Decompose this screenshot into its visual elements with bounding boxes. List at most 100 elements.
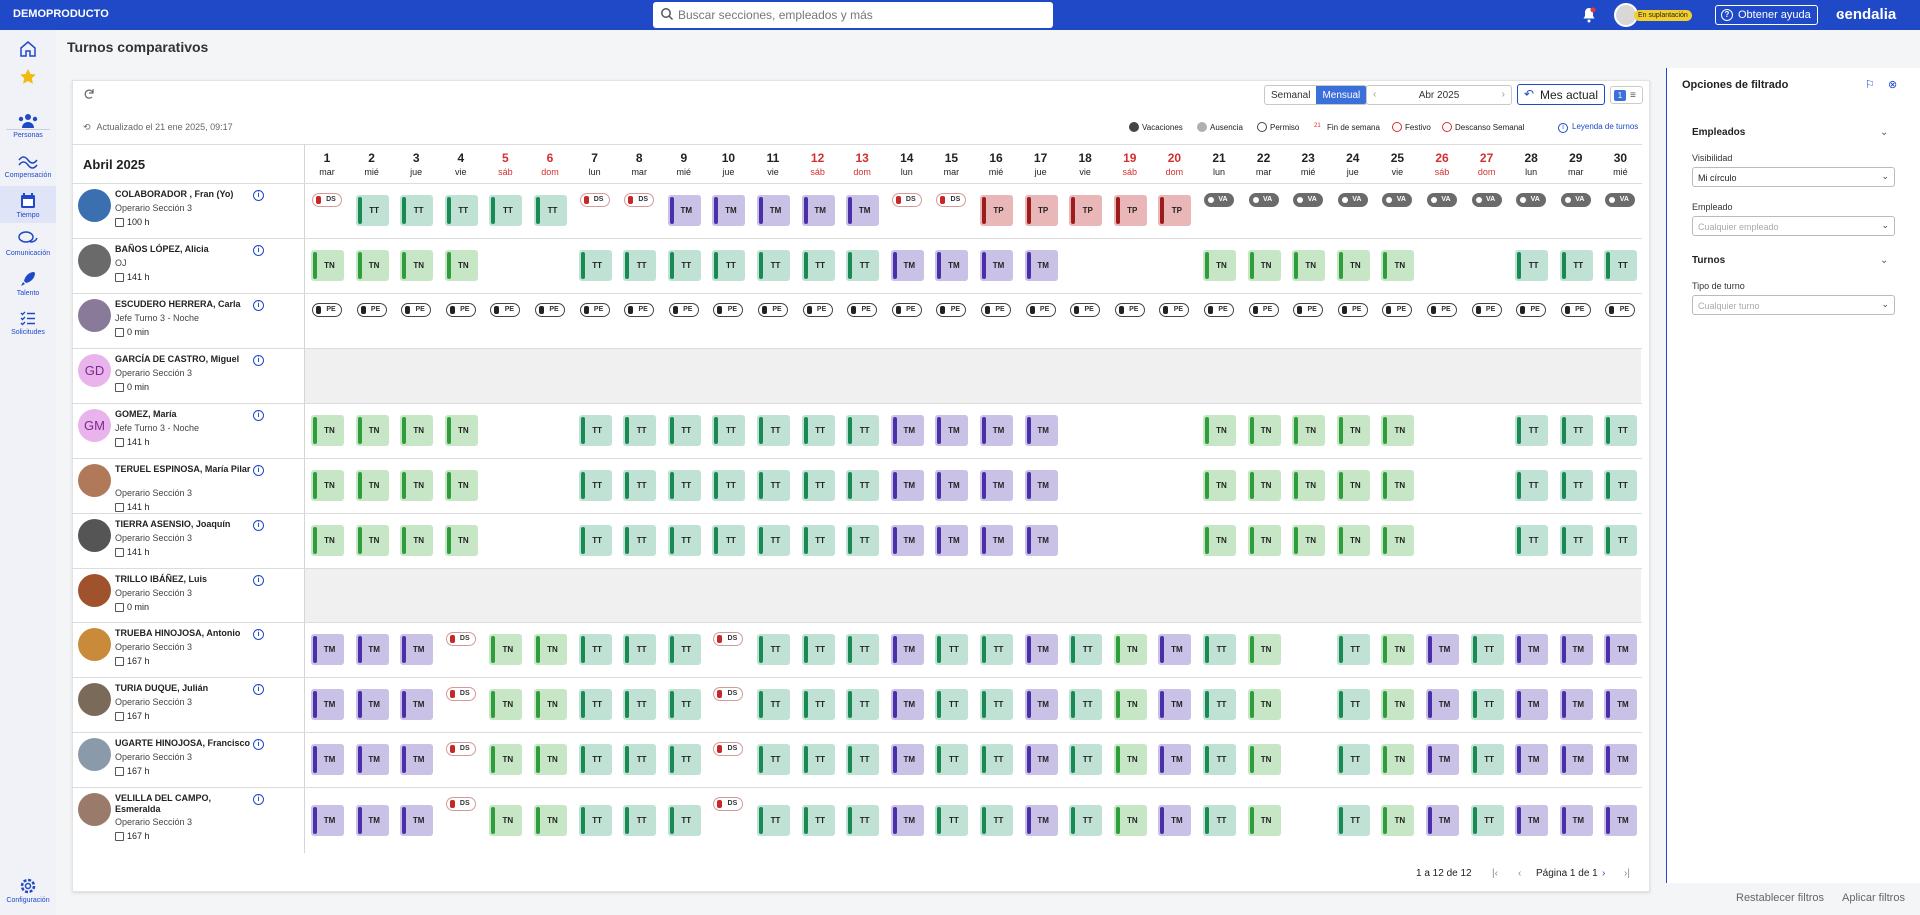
shift-tt[interactable]: TT <box>667 525 701 556</box>
shift-tm[interactable]: TM <box>890 689 924 720</box>
shift-tt[interactable]: TT <box>1336 744 1370 775</box>
shift-tt[interactable]: TT <box>623 744 657 775</box>
shift-tp[interactable]: TP <box>1158 195 1192 226</box>
employee-row[interactable]: TIERRA ASENSIO, Joaquín Operario Sección … <box>72 513 304 568</box>
shift-tt[interactable]: TT <box>935 805 969 836</box>
shift-tm[interactable]: TM <box>890 805 924 836</box>
info-icon[interactable]: i <box>253 684 264 695</box>
shift-tm[interactable]: TM <box>1024 744 1058 775</box>
shift-pe[interactable]: PE <box>1337 303 1368 317</box>
shift-pe[interactable]: PE <box>1605 303 1636 317</box>
shift-tn[interactable]: TN <box>1113 744 1147 775</box>
close-filter-icon[interactable]: ⊗ <box>1888 78 1897 91</box>
view-options-button[interactable]: 1 ≡ <box>1610 86 1643 104</box>
shift-tm[interactable]: TM <box>935 525 969 556</box>
shift-tn[interactable]: TN <box>444 250 478 281</box>
nav-configuracion[interactable]: Configuración <box>0 877 56 904</box>
shift-tm[interactable]: TM <box>355 744 389 775</box>
shift-tt[interactable]: TT <box>578 415 612 446</box>
shift-tt[interactable]: TT <box>801 525 835 556</box>
shift-tt[interactable]: TT <box>1069 689 1103 720</box>
employee-row[interactable]: ESCUDERO HERRERA, Carla Jefe Turno 3 - No… <box>72 293 304 348</box>
shift-tt[interactable]: TT <box>757 415 790 446</box>
employee-name[interactable]: VELILLA DEL CAMPO, Esmeralda <box>115 793 255 815</box>
shift-ds[interactable]: DS <box>579 193 610 207</box>
shift-tt[interactable]: TT <box>1203 689 1236 720</box>
shift-tt[interactable]: TT <box>757 470 790 501</box>
nav-solicitudes[interactable]: Solicitudes <box>0 309 56 336</box>
shift-tn[interactable]: TN <box>400 250 434 281</box>
shift-tm[interactable]: TM <box>1604 805 1638 836</box>
info-icon[interactable]: i <box>253 410 264 421</box>
shift-ds[interactable]: DS <box>445 632 476 646</box>
shift-va[interactable]: VA <box>1293 193 1324 207</box>
shift-tn[interactable]: TN <box>1247 250 1281 281</box>
shift-va[interactable]: VA <box>1427 193 1457 207</box>
shift-tn[interactable]: TN <box>1292 250 1326 281</box>
shift-tm[interactable]: TM <box>1024 525 1058 556</box>
shift-tm[interactable]: TM <box>1158 634 1192 665</box>
shift-tn[interactable]: TN <box>489 689 523 720</box>
shift-pe[interactable]: PE <box>891 303 922 317</box>
shift-tm[interactable]: TM <box>935 415 969 446</box>
info-icon[interactable]: i <box>253 300 264 311</box>
shift-tn[interactable]: TN <box>1203 250 1236 281</box>
shift-tm[interactable]: TM <box>1559 805 1593 836</box>
shift-tm[interactable]: TM <box>1559 634 1593 665</box>
shift-pe[interactable]: PE <box>936 303 967 317</box>
shift-tt[interactable]: TT <box>801 250 835 281</box>
shift-pe[interactable]: PE <box>1204 303 1234 317</box>
shift-tn[interactable]: TN <box>489 805 523 836</box>
shift-tt[interactable]: TT <box>1069 634 1103 665</box>
employee-name[interactable]: ESCUDERO HERRERA, Carla <box>115 299 255 310</box>
shift-pe[interactable]: PE <box>445 303 476 317</box>
shift-tn[interactable]: TN <box>1203 415 1236 446</box>
shift-tm[interactable]: TM <box>890 250 924 281</box>
shift-tt[interactable]: TT <box>667 689 701 720</box>
notifications-bell-icon[interactable] <box>1582 7 1596 23</box>
reset-filters-button[interactable]: Restablecer filtros <box>1736 892 1824 904</box>
shift-tt[interactable]: TT <box>980 805 1013 836</box>
shift-tt[interactable]: TT <box>801 415 835 446</box>
shift-pe[interactable]: PE <box>713 303 744 317</box>
shift-tt[interactable]: TT <box>578 250 612 281</box>
weekly-tab[interactable]: Semanal <box>1265 86 1316 104</box>
shift-tt[interactable]: TT <box>846 250 880 281</box>
employee-name[interactable]: TERUEL ESPINOSA, María Pilar <box>115 464 255 475</box>
shift-tp[interactable]: TP <box>1113 195 1147 226</box>
shift-tn[interactable]: TN <box>1336 415 1370 446</box>
shift-tt[interactable]: TT <box>1336 634 1370 665</box>
info-icon[interactable]: i <box>253 245 264 256</box>
shift-tm[interactable]: TM <box>890 634 924 665</box>
nav-tiempo[interactable]: Tiempo <box>0 186 56 223</box>
employee-name[interactable]: TRILLO IBÁÑEZ, Luis <box>115 574 255 585</box>
shift-tn[interactable]: TN <box>1381 689 1415 720</box>
employee-row[interactable]: GD GARCÍA DE CASTRO, Miguel Operario Secci… <box>72 348 304 403</box>
shift-tn[interactable]: TN <box>1381 744 1415 775</box>
shift-tm[interactable]: TM <box>846 195 880 226</box>
shift-tt[interactable]: TT <box>1336 805 1370 836</box>
employee-row[interactable]: TERUEL ESPINOSA, María Pilar Operario Sec… <box>72 458 304 513</box>
shift-tt[interactable]: TT <box>623 250 657 281</box>
shift-tt[interactable]: TT <box>489 195 523 226</box>
shift-tm[interactable]: TM <box>311 634 344 665</box>
shift-tt[interactable]: TT <box>846 744 880 775</box>
shift-tt[interactable]: TT <box>1515 525 1549 556</box>
next-page-icon[interactable]: › <box>1602 868 1605 879</box>
shift-tt[interactable]: TT <box>1515 250 1549 281</box>
nav-personas[interactable]: Personas <box>0 112 56 139</box>
shift-tn[interactable]: TN <box>1247 525 1281 556</box>
info-icon[interactable]: i <box>253 355 264 366</box>
shift-tn[interactable]: TN <box>1336 250 1370 281</box>
shift-tt[interactable]: TT <box>846 525 880 556</box>
shift-tn[interactable]: TN <box>1381 634 1415 665</box>
shift-tm[interactable]: TM <box>1024 470 1058 501</box>
shift-ds[interactable]: DS <box>445 687 476 701</box>
shift-tt[interactable]: TT <box>578 470 612 501</box>
shift-tm[interactable]: TM <box>1426 634 1459 665</box>
shift-tm[interactable]: TM <box>980 415 1013 446</box>
shift-ds[interactable]: DS <box>713 797 744 811</box>
employee-name[interactable]: UGARTE HINOJOSA, Francisco <box>115 738 255 749</box>
shift-tt[interactable]: TT <box>1203 805 1236 836</box>
shift-tn[interactable]: TN <box>1381 250 1415 281</box>
